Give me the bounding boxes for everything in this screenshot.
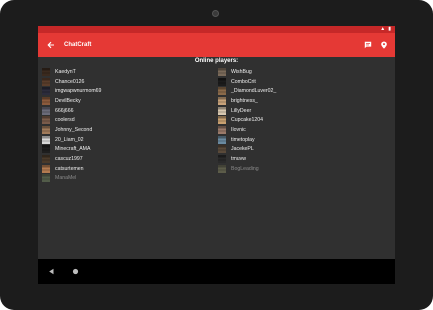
player-column-left: KaedynT Chance0126 imgwapwnurmom69 DevilBec… — [42, 67, 212, 183]
player-name: Ilovnic — [231, 126, 246, 133]
player-name: Cupcake1204 — [231, 117, 264, 124]
player-name: JacekePL — [231, 146, 254, 153]
nav-back-triangle-icon[interactable] — [46, 267, 56, 277]
player-skin-avatar-icon — [218, 106, 226, 115]
player-skin-avatar-icon — [42, 96, 50, 105]
player-row[interactable]: DevilBecky — [42, 96, 212, 106]
app-screen: ▲ ▮ ChatCraft Online players: KaedynT Ch… — [38, 26, 395, 284]
status-bar: ▲ ▮ — [38, 26, 395, 33]
player-skin-avatar-icon — [42, 87, 50, 96]
chat-bubble-icon[interactable] — [363, 40, 373, 50]
tablet-frame: ▲ ▮ ChatCraft Online players: KaedynT Ch… — [0, 0, 433, 310]
battery-icon: ▮ — [388, 26, 391, 32]
player-name: _DiamondLuver02_ — [231, 88, 277, 95]
player-row[interactable]: cascuz1997 — [42, 154, 212, 164]
player-skin-avatar-icon — [218, 155, 226, 164]
player-name: timetoplay — [231, 136, 255, 143]
player-skin-avatar-icon — [218, 96, 226, 105]
player-skin-avatar-icon — [218, 67, 226, 76]
player-name: tmuvw — [231, 156, 246, 163]
player-name: catsurtemen — [55, 165, 84, 172]
player-skin-avatar-icon — [218, 77, 226, 86]
player-skin-avatar-icon — [42, 106, 50, 115]
player-column-right: WishBug ComboCrit _DiamondLuver02_ brightne… — [218, 67, 388, 174]
navigation-bar — [38, 259, 395, 284]
nav-home-circle-icon[interactable] — [70, 267, 80, 277]
player-row[interactable]: BogLeading — [218, 164, 388, 174]
player-name: cascuz1997 — [55, 156, 83, 163]
player-skin-avatar-icon — [42, 145, 50, 154]
player-row[interactable]: coolersd — [42, 115, 212, 125]
player-row[interactable]: ComboCrit — [218, 77, 388, 87]
player-skin-avatar-icon — [218, 87, 226, 96]
player-skin-avatar-icon — [42, 116, 50, 125]
player-skin-avatar-icon — [42, 155, 50, 164]
player-row[interactable]: Ilovnic — [218, 125, 388, 135]
app-title: ChatCraft — [64, 42, 92, 48]
player-name: coolersd — [55, 117, 75, 124]
player-row[interactable]: Minecraft_AMA — [42, 145, 212, 155]
player-skin-avatar-icon — [42, 67, 50, 76]
player-row[interactable]: ManaMel — [42, 174, 212, 184]
player-list-panel: Online players: KaedynT Chance0126 imgwapw… — [38, 57, 395, 259]
player-name: Chance0126 — [55, 78, 85, 85]
player-skin-avatar-icon — [42, 125, 50, 134]
player-row[interactable]: brightness_ — [218, 96, 388, 106]
player-skin-avatar-icon — [218, 135, 226, 144]
player-name: brightness_ — [231, 97, 258, 104]
player-name: KaedynT — [55, 68, 76, 75]
player-row[interactable]: Johnny_Second — [42, 125, 212, 135]
player-row[interactable]: LillyDeer — [218, 106, 388, 116]
player-name: 666j666 — [55, 107, 74, 114]
player-row[interactable]: Cupcake1204 — [218, 115, 388, 125]
player-row[interactable]: tmuvw — [218, 154, 388, 164]
player-name: ComboCrit — [231, 78, 256, 85]
player-skin-avatar-icon — [218, 164, 226, 173]
player-row[interactable]: WishBug — [218, 67, 388, 77]
player-row[interactable]: imgwapwnurmom69 — [42, 86, 212, 96]
online-players-heading: Online players: — [194, 58, 239, 64]
player-row[interactable]: Chance0126 — [42, 77, 212, 87]
player-name: 20_Liam_02 — [55, 136, 84, 143]
player-skin-avatar-icon — [42, 77, 50, 86]
player-name: DevilBecky — [55, 97, 81, 104]
player-skin-avatar-icon — [218, 116, 226, 125]
player-skin-avatar-icon — [42, 135, 50, 144]
player-name: BogLeading — [231, 165, 259, 172]
player-skin-avatar-icon — [218, 145, 226, 154]
player-row[interactable]: _DiamondLuver02_ — [218, 86, 388, 96]
player-name: imgwapwnurmom69 — [55, 88, 102, 95]
player-row[interactable]: KaedynT — [42, 67, 212, 77]
player-skin-avatar-icon — [42, 174, 50, 183]
camera-icon — [212, 10, 219, 17]
back-arrow-icon[interactable] — [42, 41, 60, 49]
signal-icon: ▲ — [380, 26, 386, 32]
player-skin-avatar-icon — [42, 164, 50, 173]
player-name: Minecraft_AMA — [55, 146, 91, 153]
player-row[interactable]: 666j666 — [42, 106, 212, 116]
app-bar: ChatCraft — [38, 33, 395, 57]
player-row[interactable]: 20_Liam_02 — [42, 135, 212, 145]
player-row[interactable]: JacekePL — [218, 145, 388, 155]
player-skin-avatar-icon — [218, 125, 226, 134]
player-row[interactable]: timetoplay — [218, 135, 388, 145]
map-pin-icon[interactable] — [379, 40, 389, 50]
player-name: WishBug — [231, 68, 252, 75]
player-row[interactable]: catsurtemen — [42, 164, 212, 174]
player-name: ManaMel — [55, 175, 77, 182]
player-name: Johnny_Second — [55, 126, 93, 133]
player-name: LillyDeer — [231, 107, 252, 114]
